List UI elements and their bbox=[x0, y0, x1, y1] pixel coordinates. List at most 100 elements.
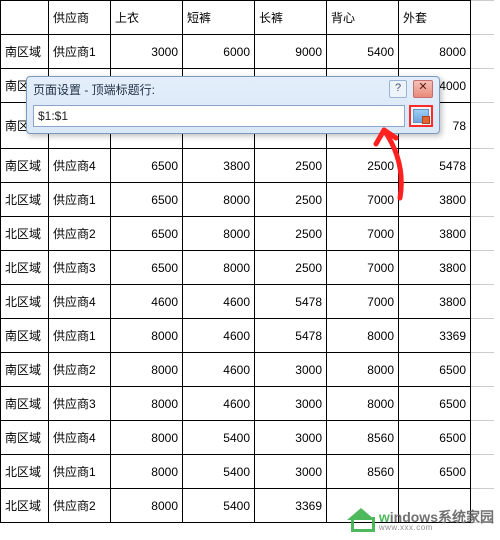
cell-value[interactable]: 8000 bbox=[111, 387, 183, 421]
table-row: 南区域供应商480005400300085606500 bbox=[1, 421, 494, 455]
dialog-title: 页面设置 - 顶端标题行: bbox=[33, 81, 389, 98]
cell-value[interactable]: 2500 bbox=[255, 251, 327, 285]
cell-value[interactable]: 3000 bbox=[255, 421, 327, 455]
cell-supplier[interactable]: 供应商1 bbox=[49, 455, 111, 489]
cell-value[interactable]: 5478 bbox=[255, 285, 327, 319]
cell-supplier[interactable]: 供应商4 bbox=[49, 421, 111, 455]
cell-value[interactable]: 3000 bbox=[111, 35, 183, 69]
cell-value[interactable]: 6500 bbox=[399, 353, 471, 387]
cell-value[interactable]: 8560 bbox=[327, 455, 399, 489]
cell-value[interactable]: 5400 bbox=[183, 421, 255, 455]
cell-region[interactable]: 南区域 bbox=[1, 387, 49, 421]
cell-supplier[interactable]: 供应商4 bbox=[49, 285, 111, 319]
cell-region[interactable]: 南区域 bbox=[1, 421, 49, 455]
cell-value[interactable]: 8560 bbox=[327, 421, 399, 455]
cell-value[interactable]: 4600 bbox=[183, 387, 255, 421]
cell-value[interactable]: 8000 bbox=[111, 421, 183, 455]
cell-supplier[interactable]: 供应商2 bbox=[49, 217, 111, 251]
cell-value[interactable]: 8000 bbox=[111, 353, 183, 387]
cell-supplier[interactable]: 供应商4 bbox=[49, 149, 111, 183]
cell-supplier[interactable]: 供应商1 bbox=[49, 319, 111, 353]
cell-value[interactable]: 8000 bbox=[327, 319, 399, 353]
table-row: 南区域供应商280004600300080006500 bbox=[1, 353, 494, 387]
col-top: 上衣 bbox=[111, 1, 183, 35]
dialog-close-button[interactable]: ✕ bbox=[413, 80, 433, 98]
cell-region[interactable]: 南区域 bbox=[1, 353, 49, 387]
table-row: 北区域供应商180005400300085606500 bbox=[1, 455, 494, 489]
cell-region[interactable]: 南区域 bbox=[1, 35, 49, 69]
cell-region[interactable]: 北区域 bbox=[1, 217, 49, 251]
cell-supplier[interactable]: 供应商1 bbox=[49, 35, 111, 69]
cell-value[interactable]: 8000 bbox=[327, 387, 399, 421]
cell-value[interactable]: 8000 bbox=[183, 251, 255, 285]
col-supplier: 供应商 bbox=[49, 1, 111, 35]
table-row: 北区域供应商365008000250070003800 bbox=[1, 251, 494, 285]
cell-value[interactable]: 8000 bbox=[111, 319, 183, 353]
cell-region[interactable]: 南区域 bbox=[1, 149, 49, 183]
cell-value[interactable]: 6000 bbox=[183, 35, 255, 69]
cell-region[interactable]: 南区域 bbox=[1, 319, 49, 353]
dialog-help-button[interactable]: ? bbox=[389, 80, 407, 98]
cell-value[interactable]: 8000 bbox=[183, 217, 255, 251]
cell-value[interactable]: 3800 bbox=[183, 149, 255, 183]
cell-value[interactable]: 4600 bbox=[183, 285, 255, 319]
cell-supplier[interactable]: 供应商3 bbox=[49, 251, 111, 285]
cell-value[interactable]: 4600 bbox=[183, 319, 255, 353]
cell-value[interactable]: 6500 bbox=[111, 251, 183, 285]
cell-value[interactable]: 5400 bbox=[183, 455, 255, 489]
col-pants: 长裤 bbox=[255, 1, 327, 35]
cell-region[interactable]: 北区域 bbox=[1, 251, 49, 285]
cell-value[interactable]: 3000 bbox=[255, 455, 327, 489]
table-row: 北区域供应商446004600547870003800 bbox=[1, 285, 494, 319]
cell-value[interactable]: 8000 bbox=[111, 455, 183, 489]
cell-region[interactable]: 北区域 bbox=[1, 285, 49, 319]
cell-value[interactable]: 3000 bbox=[255, 387, 327, 421]
cell-value[interactable]: 5478 bbox=[255, 319, 327, 353]
cell-value[interactable]: 3800 bbox=[399, 217, 471, 251]
cell-value[interactable]: 8000 bbox=[111, 489, 183, 523]
cell-value[interactable]: 7000 bbox=[327, 285, 399, 319]
cell-supplier[interactable]: 供应商1 bbox=[49, 183, 111, 217]
cell-value[interactable]: 2500 bbox=[255, 217, 327, 251]
cell-value[interactable]: 7000 bbox=[327, 251, 399, 285]
cell-supplier[interactable]: 供应商3 bbox=[49, 387, 111, 421]
cell-supplier[interactable]: 供应商2 bbox=[49, 489, 111, 523]
cell-value[interactable]: 6500 bbox=[111, 217, 183, 251]
cell-value[interactable]: 3800 bbox=[399, 285, 471, 319]
cell-value[interactable]: 3800 bbox=[399, 251, 471, 285]
cell-value[interactable]: 6500 bbox=[111, 183, 183, 217]
table-row: 南区域供应商180004600547880003369 bbox=[1, 319, 494, 353]
cell-value[interactable]: 4600 bbox=[111, 285, 183, 319]
cell-value[interactable]: 8000 bbox=[399, 35, 471, 69]
cell-value[interactable]: 6500 bbox=[399, 455, 471, 489]
cell-value[interactable]: 8000 bbox=[183, 183, 255, 217]
cell-value[interactable]: 2500 bbox=[255, 183, 327, 217]
cell-value[interactable]: 5400 bbox=[183, 489, 255, 523]
cell-value[interactable]: 7000 bbox=[327, 183, 399, 217]
cell-value[interactable]: 7000 bbox=[327, 217, 399, 251]
cell-value[interactable]: 6500 bbox=[111, 149, 183, 183]
cell-value[interactable]: 4600 bbox=[183, 353, 255, 387]
table-row: 南区域供应商380004600300080006500 bbox=[1, 387, 494, 421]
cell-value[interactable]: 5400 bbox=[327, 35, 399, 69]
col-vest: 背心 bbox=[327, 1, 399, 35]
cell-value[interactable]: 3800 bbox=[399, 183, 471, 217]
cell-value[interactable]: 6500 bbox=[399, 421, 471, 455]
cell-region[interactable]: 北区域 bbox=[1, 183, 49, 217]
cell-value[interactable]: 6500 bbox=[399, 387, 471, 421]
cell-value[interactable]: 3369 bbox=[399, 319, 471, 353]
cell-region[interactable]: 北区域 bbox=[1, 489, 49, 523]
title-rows-input[interactable] bbox=[33, 105, 405, 127]
cell-value[interactable]: 9000 bbox=[255, 35, 327, 69]
cell-supplier[interactable]: 供应商2 bbox=[49, 353, 111, 387]
cell-value[interactable]: 2500 bbox=[327, 149, 399, 183]
cell-region[interactable]: 北区域 bbox=[1, 455, 49, 489]
table-row: 北区域供应商265008000250070003800 bbox=[1, 217, 494, 251]
range-picker-button[interactable] bbox=[409, 105, 433, 127]
cell-value[interactable]: 3369 bbox=[255, 489, 327, 523]
cell-value[interactable]: 2500 bbox=[255, 149, 327, 183]
cell-value[interactable]: 8000 bbox=[327, 353, 399, 387]
cell-value[interactable]: 5478 bbox=[399, 149, 471, 183]
cell-value[interactable]: 3000 bbox=[255, 353, 327, 387]
table-row: 北区域供应商165008000250070003800 bbox=[1, 183, 494, 217]
